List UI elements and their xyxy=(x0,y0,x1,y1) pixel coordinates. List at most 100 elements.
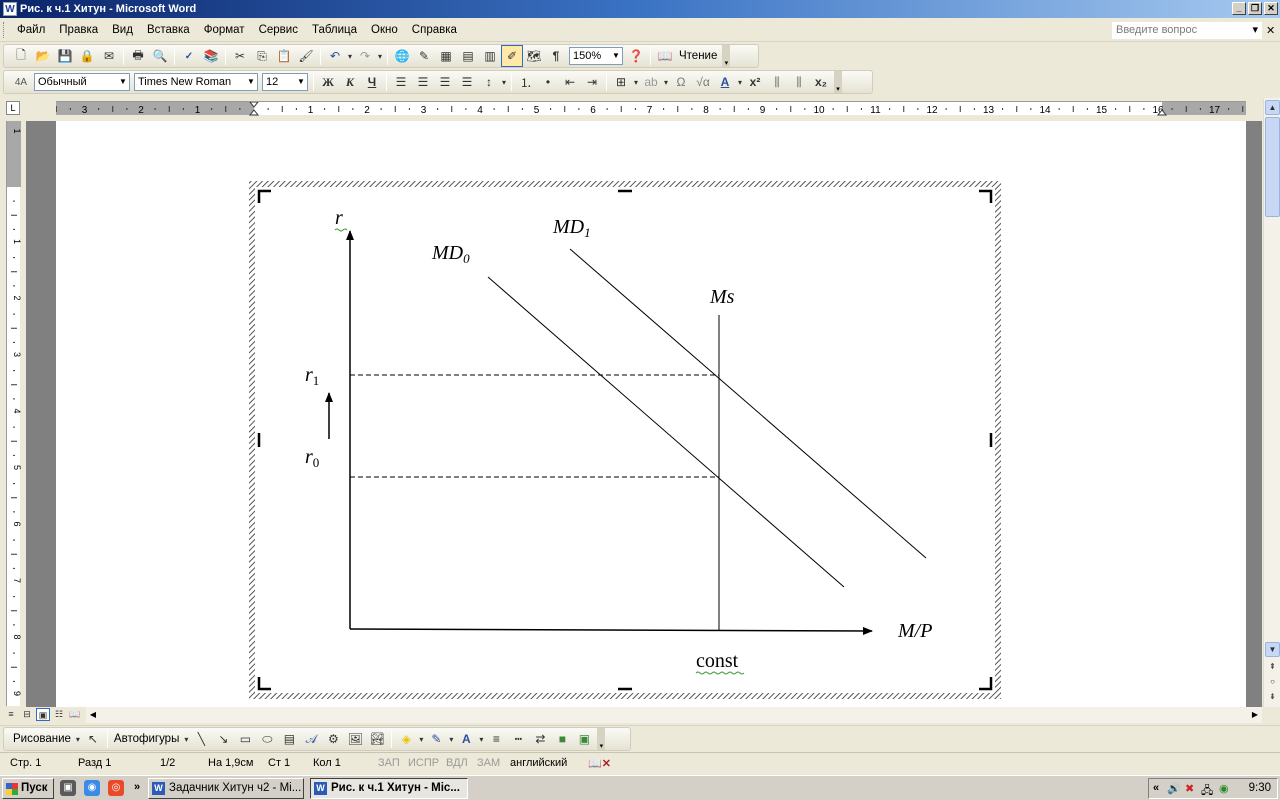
research-icon[interactable]: 📚 xyxy=(200,45,222,67)
tab-align-icon[interactable]: ⫼ xyxy=(766,71,788,93)
document-map-icon[interactable]: 🗺 xyxy=(523,45,545,67)
picture-icon[interactable]: 🏞 xyxy=(366,728,388,750)
styles-icon[interactable]: 4A xyxy=(10,71,32,93)
highlight-icon[interactable]: ab xyxy=(640,71,662,93)
hyperlink-icon[interactable]: 🌐 xyxy=(391,45,413,67)
reading-icon[interactable]: 📖 xyxy=(654,45,676,67)
task-button-ris[interactable]: W Рис. к ч.1 Хитун - Mic... xyxy=(310,778,468,799)
web-view-icon[interactable]: ⊟ xyxy=(20,708,34,721)
vertical-ruler[interactable]: 1 1 2 3 4 5 6 7 8 9 xyxy=(6,121,21,706)
rectangle-tool-icon[interactable]: ▭ xyxy=(234,728,256,750)
quicklaunch-desktop-icon[interactable]: ▣ xyxy=(60,780,76,796)
spelling-status-icon[interactable]: 📖✕ xyxy=(588,757,611,770)
bold-button[interactable]: Ж xyxy=(317,71,339,93)
increase-indent-icon[interactable]: ⇥ xyxy=(581,71,603,93)
security-icon[interactable]: ✖ xyxy=(1185,782,1194,795)
dropdown-arrow-icon[interactable]: ▼ xyxy=(610,48,622,64)
task-button-zadachnik[interactable]: W Задачник Хитун ч2 - Mi... xyxy=(148,778,304,799)
select-browse-object-icon[interactable]: ○ xyxy=(1265,675,1280,690)
tables-borders-icon[interactable]: ✎ xyxy=(413,45,435,67)
font-size-select[interactable]: 12 ▼ xyxy=(262,73,308,91)
diagram-icon[interactable]: ⚙ xyxy=(322,728,344,750)
clipart-icon[interactable]: 🖼 xyxy=(344,728,366,750)
drawing-menu-button[interactable]: Рисование xyxy=(10,733,74,745)
print-icon[interactable]: 🖶 xyxy=(127,45,149,67)
dash-style-icon[interactable]: ┅ xyxy=(507,728,529,750)
status-ovr[interactable]: ЗАМ xyxy=(477,757,500,769)
line-color-dropdown-icon[interactable]: ▾ xyxy=(447,728,455,750)
fill-color-icon[interactable]: ◈ xyxy=(395,728,417,750)
scroll-right-icon[interactable]: ▶ xyxy=(1248,708,1262,722)
vertical-scrollbar[interactable]: ▲ ▼ ⇞ ○ ⇟ xyxy=(1263,98,1280,707)
dropdown-arrow-icon[interactable]: ▼ xyxy=(245,74,257,90)
line-spacing-dropdown-icon[interactable]: ▾ xyxy=(500,71,508,93)
line-style-icon[interactable]: ≡ xyxy=(485,728,507,750)
columns-icon[interactable]: ▥ xyxy=(479,45,501,67)
word-app-icon[interactable]: W xyxy=(3,2,17,16)
minimize-button[interactable]: _ xyxy=(1232,2,1246,15)
arrow-tool-icon[interactable]: ↘ xyxy=(212,728,234,750)
scroll-up-icon[interactable]: ▲ xyxy=(1265,100,1280,115)
line-spacing-icon[interactable]: ↕ xyxy=(478,71,500,93)
start-button[interactable]: Пуск xyxy=(2,778,54,799)
horizontal-scrollbar[interactable]: ◀ ▶ xyxy=(86,707,1262,723)
highlight-dropdown-icon[interactable]: ▾ xyxy=(662,71,670,93)
align-right-icon[interactable]: ☰ xyxy=(434,71,456,93)
quicklaunch-chrome-icon[interactable]: ◎ xyxy=(108,780,124,796)
menu-help[interactable]: Справка xyxy=(405,18,464,42)
menu-view[interactable]: Вид xyxy=(105,18,140,42)
align-center-icon[interactable]: ☰ xyxy=(412,71,434,93)
wordart-icon[interactable]: 𝒜 xyxy=(300,728,322,750)
font-color-dropdown-icon[interactable]: ▾ xyxy=(736,71,744,93)
shadow-style-icon[interactable]: ■ xyxy=(551,728,573,750)
underline-button[interactable]: Ч xyxy=(361,71,383,93)
undo-icon[interactable]: ↶ xyxy=(324,45,346,67)
scroll-thumb[interactable] xyxy=(1265,117,1280,217)
cut-icon[interactable]: ✂ xyxy=(229,45,251,67)
status-trk[interactable]: ИСПР xyxy=(408,757,439,769)
paste-icon[interactable]: 📋 xyxy=(273,45,295,67)
status-ext[interactable]: ВДЛ xyxy=(446,757,468,769)
fill-dropdown-icon[interactable]: ▾ xyxy=(417,728,425,750)
numbering-icon[interactable]: ⒈ xyxy=(515,71,537,93)
insert-table-icon[interactable]: ▦ xyxy=(435,45,457,67)
redo-dropdown-icon[interactable]: ▾ xyxy=(376,45,384,67)
menu-window[interactable]: Окно xyxy=(364,18,405,42)
status-rec[interactable]: ЗАП xyxy=(378,757,400,769)
subscript-icon[interactable]: x₂ xyxy=(810,71,832,93)
menu-format[interactable]: Формат xyxy=(197,18,252,42)
italic-button[interactable]: К xyxy=(339,71,361,93)
insert-excel-icon[interactable]: ▤ xyxy=(457,45,479,67)
3d-style-icon[interactable]: ▣ xyxy=(573,728,595,750)
save-icon[interactable]: 💾 xyxy=(54,45,76,67)
line-tool-icon[interactable]: ╲ xyxy=(190,728,212,750)
close-button[interactable]: ✕ xyxy=(1264,2,1278,15)
print-preview-icon[interactable]: 🔍 xyxy=(149,45,171,67)
quicklaunch-more[interactable]: » xyxy=(134,781,140,793)
restore-button[interactable]: ❐ xyxy=(1248,2,1262,15)
zoom-select[interactable]: 150% ▼ xyxy=(569,47,623,65)
align-left-icon[interactable]: ☰ xyxy=(390,71,412,93)
menu-file[interactable]: Файл xyxy=(10,18,52,42)
spelling-icon[interactable]: ✓ xyxy=(178,45,200,67)
undo-dropdown-icon[interactable]: ▾ xyxy=(346,45,354,67)
normal-view-icon[interactable]: ≡ xyxy=(4,708,18,721)
redo-icon[interactable]: ↷ xyxy=(354,45,376,67)
equation-icon[interactable]: √α xyxy=(692,71,714,93)
superscript-icon[interactable]: x² xyxy=(744,71,766,93)
select-objects-icon[interactable]: ↖ xyxy=(82,728,104,750)
help-icon[interactable]: ❓ xyxy=(625,45,647,67)
autoshapes-menu-button[interactable]: Автофигуры xyxy=(111,733,182,745)
previous-page-icon[interactable]: ⇞ xyxy=(1265,660,1280,675)
borders-icon[interactable]: ⊞ xyxy=(610,71,632,93)
horizontal-ruler[interactable]: L 3 2 1 1 2 3 4 5 6 7 8 9 10 11 12 13 14 15 16 17 xyxy=(0,98,1262,118)
arrow-style-icon[interactable]: ⇄ xyxy=(529,728,551,750)
show-hide-icon[interactable]: ¶ xyxy=(545,45,567,67)
ask-question-box[interactable]: Введите вопрос ▾ xyxy=(1112,22,1262,39)
font-color-draw-dropdown-icon[interactable]: ▾ xyxy=(477,728,485,750)
document-page[interactable]: r M/P MD0 MD1 Ms r1 r0 const xyxy=(56,121,1246,707)
dropdown-arrow-icon[interactable]: ▾ xyxy=(1252,23,1258,38)
decrease-indent-icon[interactable]: ⇤ xyxy=(559,71,581,93)
menu-edit[interactable]: Правка xyxy=(52,18,105,42)
toolbar-options-icon[interactable]: ▾ xyxy=(722,45,731,67)
